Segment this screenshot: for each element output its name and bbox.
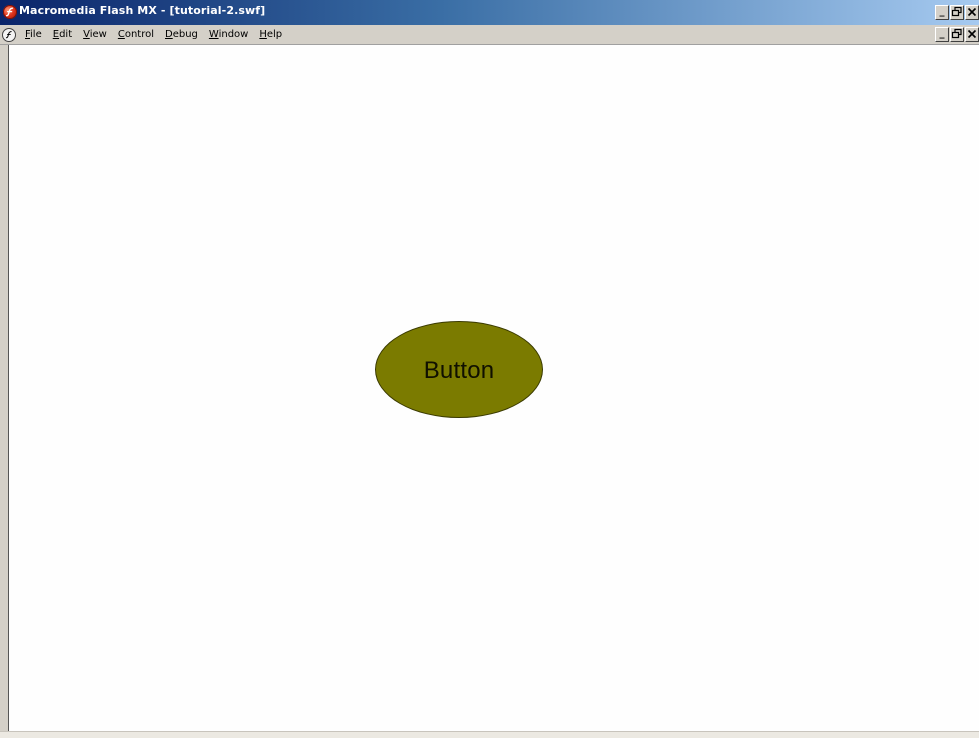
doc-minimize-icon: _ xyxy=(939,28,945,39)
close-button[interactable] xyxy=(965,5,979,20)
flash-player-icon[interactable] xyxy=(3,5,17,19)
menu-file-rest: ile xyxy=(30,29,42,40)
window-controls: _ xyxy=(935,5,979,20)
menu-help[interactable]: Help xyxy=(254,26,288,43)
menu-control-rest: ontrol xyxy=(124,29,155,40)
menu-debug[interactable]: Debug xyxy=(160,26,204,43)
menu-help-rest: elp xyxy=(266,29,283,40)
restore-icon xyxy=(951,6,962,17)
doc-restore-icon xyxy=(951,28,962,39)
close-icon xyxy=(967,7,977,17)
button-label: Button xyxy=(423,356,495,384)
flash-document-icon[interactable] xyxy=(2,27,16,42)
minimize-icon: _ xyxy=(939,6,945,17)
status-strip xyxy=(0,731,979,738)
doc-close-button[interactable] xyxy=(965,27,979,42)
menu-window-accelerator: W xyxy=(208,29,219,40)
menu-bar: File Edit View Control Debug Window Help… xyxy=(0,25,979,45)
menu-debug-rest: ebug xyxy=(172,29,198,40)
title-bar[interactable]: Macromedia Flash MX - [tutorial-2.swf] _ xyxy=(0,0,979,25)
restore-button[interactable] xyxy=(950,5,964,20)
flash-f-glyph xyxy=(5,7,14,17)
menu-help-accelerator: H xyxy=(259,29,267,40)
flash-f-small-glyph xyxy=(5,30,12,38)
minimize-button[interactable]: _ xyxy=(935,5,949,20)
menu-control-accelerator: C xyxy=(117,29,125,40)
menu-window-rest: indow xyxy=(218,29,249,40)
menu-control[interactable]: Control xyxy=(113,26,160,43)
menu-edit[interactable]: Edit xyxy=(48,26,78,43)
menu-view-rest: iew xyxy=(89,29,107,40)
flash-player-window: Macromedia Flash MX - [tutorial-2.swf] _ xyxy=(0,0,979,738)
ellipse-button[interactable]: Button xyxy=(375,321,543,418)
menu-view[interactable]: View xyxy=(78,26,113,43)
menu-view-accelerator: V xyxy=(83,29,90,40)
document-controls: _ xyxy=(935,27,979,42)
doc-minimize-button[interactable]: _ xyxy=(935,27,949,42)
doc-restore-button[interactable] xyxy=(950,27,964,42)
menu-window[interactable]: Window xyxy=(204,26,254,43)
menu-debug-accelerator: D xyxy=(165,29,173,40)
doc-close-icon xyxy=(967,29,977,39)
flash-stage: Button xyxy=(8,45,979,731)
menu-edit-rest: dit xyxy=(59,29,73,40)
window-title: Macromedia Flash MX - [tutorial-2.swf] xyxy=(19,4,266,17)
menu-file[interactable]: File xyxy=(20,26,48,43)
